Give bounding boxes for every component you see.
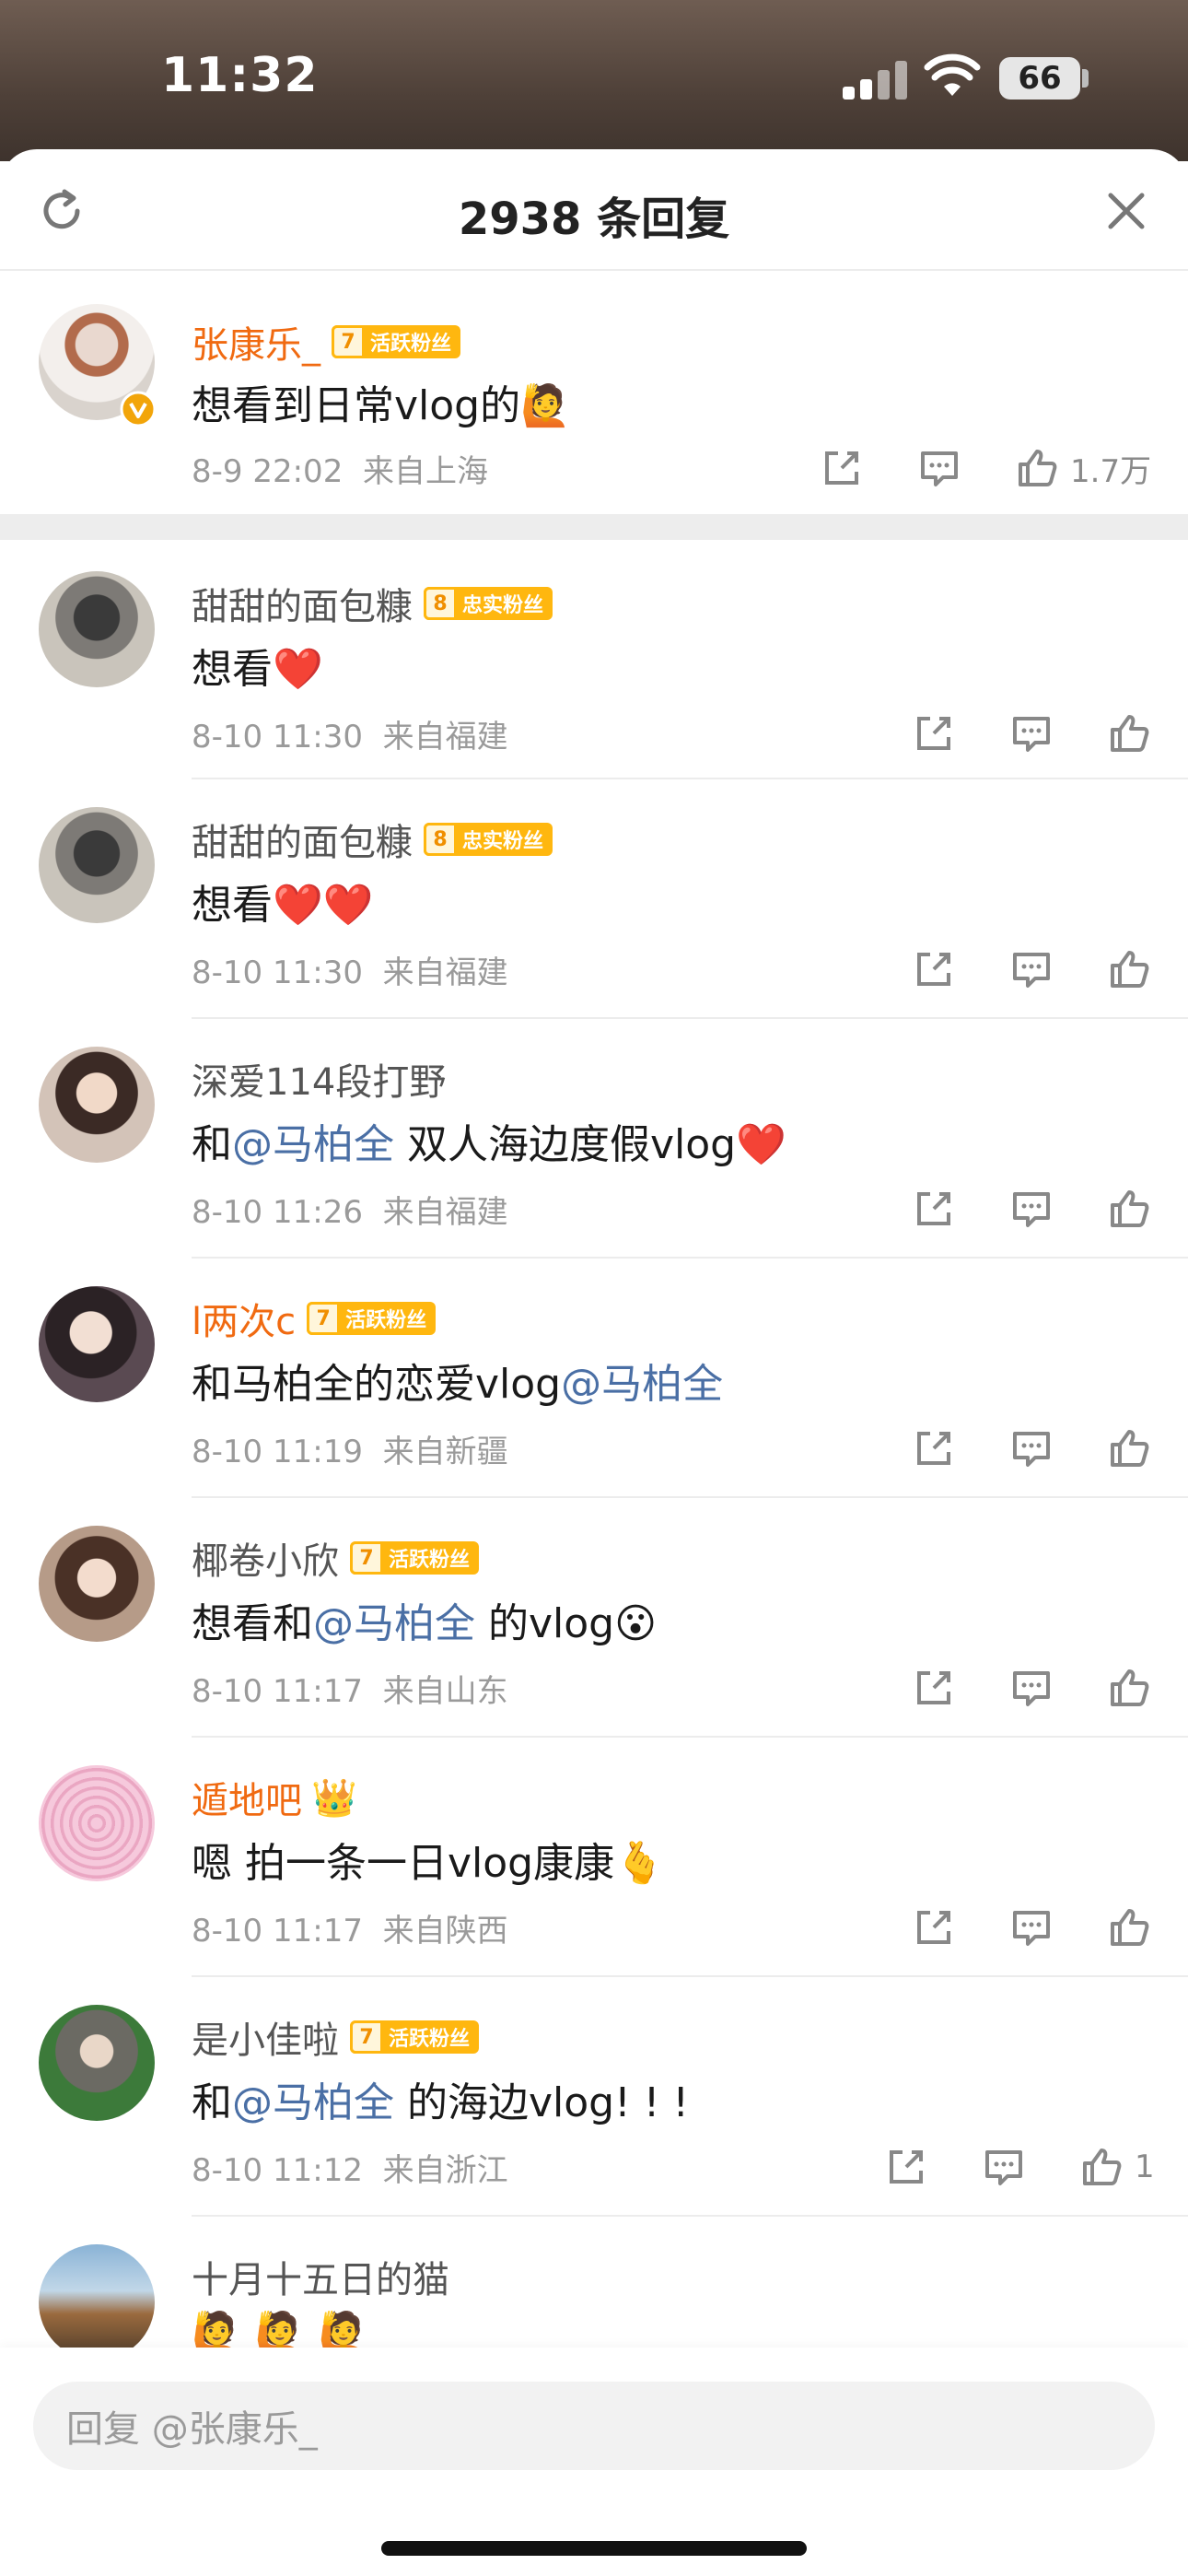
like-icon[interactable] — [1105, 1424, 1153, 1472]
share-icon[interactable] — [818, 444, 866, 492]
crown-icon: 👑 — [311, 1776, 357, 1820]
avatar[interactable] — [39, 571, 155, 687]
comment-author[interactable]: 甜甜的面包糠 8 忠实粉丝 — [192, 813, 553, 866]
like-icon[interactable] — [1105, 945, 1153, 993]
fan-badge: 7 活跃粉丝 — [332, 325, 461, 358]
divider — [192, 778, 1188, 779]
status-bar: 11:32 66 — [0, 0, 1188, 157]
comment-author[interactable]: 深爱114段打野 — [192, 1052, 446, 1106]
comment-text: 想看和@马柏全 的vlog😮 — [192, 1600, 657, 1647]
close-icon[interactable] — [1103, 188, 1149, 234]
battery-icon: 66 — [999, 57, 1080, 100]
share-icon[interactable] — [882, 2143, 930, 2191]
mention-link[interactable]: @马柏全 — [561, 1361, 723, 1408]
like-icon[interactable] — [1105, 709, 1153, 757]
page-title: 2938 条回复 — [458, 193, 730, 245]
comment-actions: 1.7万 — [818, 444, 1151, 492]
reply-input[interactable]: 回复 @张康乐_ — [33, 2382, 1155, 2470]
comment-text: 和马柏全的恋爱vlog@马柏全 — [192, 1361, 724, 1408]
like-icon[interactable] — [1013, 444, 1061, 492]
status-time: 11:32 — [161, 48, 319, 103]
comment-text: 想看❤️ — [192, 646, 323, 693]
fan-badge: 7 活跃粉丝 — [307, 1302, 437, 1335]
comment-actions — [910, 1903, 1153, 1951]
wifi-icon — [924, 53, 981, 96]
comment-actions — [910, 1664, 1153, 1712]
comment-author[interactable]: 椰卷小欣 7 活跃粉丝 — [192, 1531, 480, 1585]
comment-icon[interactable] — [1007, 1424, 1055, 1472]
comment-meta: 8-10 11:19 来自新疆 — [192, 1434, 508, 1470]
fan-badge: 8 忠实粉丝 — [424, 823, 553, 856]
sheet-header: 2938 条回复 — [0, 149, 1188, 271]
comment-actions — [910, 1424, 1153, 1472]
comment-actions — [910, 945, 1153, 993]
fan-badge: 7 活跃粉丝 — [350, 1541, 480, 1575]
avatar[interactable] — [39, 1047, 155, 1163]
share-icon[interactable] — [910, 1424, 958, 1472]
mention-link[interactable]: @马柏全 — [232, 1121, 394, 1168]
fan-badge: 8 忠实粉丝 — [424, 587, 553, 620]
home-indicator[interactable] — [381, 2541, 807, 2556]
avatar[interactable] — [39, 2005, 155, 2121]
replies-sheet: 2938 条回复 张康乐_ 7 活跃粉丝 想看到日常vlog的🙋 8-9 22:0… — [0, 149, 1188, 2576]
like-count: 1 — [1135, 2149, 1155, 2185]
comment-icon[interactable] — [1007, 709, 1055, 757]
comment-meta: 8-10 11:26 来自福建 — [192, 1194, 508, 1231]
share-icon[interactable] — [910, 1664, 958, 1712]
comment-text: 嗯 拍一条一日vlog康康🫰 — [192, 1840, 665, 1887]
like-icon[interactable] — [1105, 1185, 1153, 1233]
comment-actions: 1 — [882, 2143, 1155, 2191]
avatar[interactable] — [39, 807, 155, 923]
comment-text: 和@马柏全 双人海边度假vlog❤️ — [192, 1121, 786, 1168]
divider — [192, 1017, 1188, 1019]
comment-icon[interactable] — [1007, 1903, 1055, 1951]
mention-link[interactable]: @马柏全 — [313, 1600, 475, 1647]
comment-actions — [910, 709, 1153, 757]
mention-link[interactable]: @马柏全 — [232, 2079, 394, 2126]
share-icon[interactable] — [910, 709, 958, 757]
signal-icon — [843, 59, 907, 100]
comment-actions — [910, 1185, 1153, 1233]
comment-text: 想看❤️❤️ — [192, 882, 374, 929]
comment-author[interactable]: 遁地吧 👑 — [192, 1771, 357, 1824]
comment-meta: 8-9 22:02 来自上海 — [192, 453, 488, 490]
avatar[interactable] — [39, 1526, 155, 1642]
comment-icon[interactable] — [1007, 945, 1055, 993]
like-icon[interactable] — [1077, 2143, 1125, 2191]
fan-badge: 7 活跃粉丝 — [350, 2020, 480, 2054]
verified-icon — [120, 391, 157, 427]
comment-text: 想看到日常vlog的🙋 — [192, 382, 571, 429]
avatar[interactable] — [39, 1286, 155, 1402]
comment-icon[interactable] — [915, 444, 963, 492]
comment-author[interactable]: 是小佳啦 7 活跃粉丝 — [192, 2010, 480, 2064]
share-icon[interactable] — [910, 1903, 958, 1951]
comment-meta: 8-10 11:30 来自福建 — [192, 954, 508, 991]
comment-author[interactable]: 张康乐_ 7 活跃粉丝 — [192, 315, 461, 369]
like-count: 1.7万 — [1070, 452, 1152, 490]
battery-tip — [1082, 69, 1089, 88]
section-divider — [0, 514, 1188, 540]
comment-meta: 8-10 11:12 来自浙江 — [192, 2152, 508, 2189]
comment-meta: 8-10 11:30 来自福建 — [192, 719, 508, 755]
divider — [192, 1257, 1188, 1259]
comment-author[interactable]: 甜甜的面包糠 8 忠实粉丝 — [192, 577, 553, 630]
comment-icon[interactable] — [980, 2143, 1028, 2191]
divider — [192, 2215, 1188, 2217]
comment-author[interactable]: 十月十五日的猫 — [192, 2250, 449, 2303]
comment-meta: 8-10 11:17 来自山东 — [192, 1673, 508, 1710]
comment-icon[interactable] — [1007, 1185, 1055, 1233]
divider — [192, 1975, 1188, 1977]
comment-author[interactable]: l两次c 7 活跃粉丝 — [192, 1292, 437, 1345]
divider — [192, 1736, 1188, 1738]
share-icon[interactable] — [910, 945, 958, 993]
divider — [192, 1496, 1188, 1498]
comment-icon[interactable] — [1007, 1664, 1055, 1712]
comment-text: 和@马柏全 的海边vlog! ! ! — [192, 2079, 689, 2126]
avatar[interactable] — [39, 1765, 155, 1881]
comment-meta: 8-10 11:17 来自陕西 — [192, 1913, 508, 1950]
like-icon[interactable] — [1105, 1664, 1153, 1712]
like-icon[interactable] — [1105, 1903, 1153, 1951]
avatar[interactable] — [39, 2244, 155, 2360]
share-icon[interactable] — [910, 1185, 958, 1233]
